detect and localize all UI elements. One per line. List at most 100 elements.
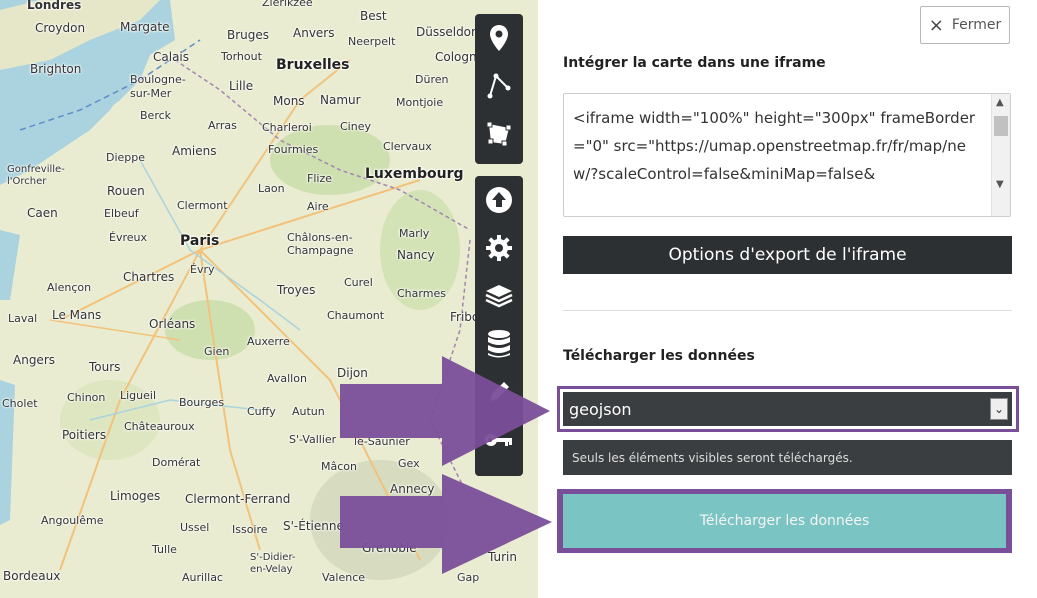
city-label: Bruxelles xyxy=(276,57,350,73)
city-label: Chaumont xyxy=(327,309,385,322)
side-panel: × Fermer Intégrer la carte dans une ifra… xyxy=(538,0,1037,598)
scroll-down-icon[interactable]: ▼ xyxy=(996,179,1004,190)
city-label: Margate xyxy=(120,20,170,34)
city-label: Bruges xyxy=(227,28,270,42)
city-label: Londres xyxy=(27,0,82,12)
city-label: Ligueil xyxy=(120,389,157,402)
city-label: Ussel xyxy=(180,521,210,534)
city-label: Croydon xyxy=(35,21,86,35)
scrollbar-thumb[interactable] xyxy=(994,116,1008,136)
city-label: Laval xyxy=(8,312,38,325)
city-label: Charleroi xyxy=(262,121,312,134)
city-label: Mons xyxy=(273,94,305,108)
city-label: Bordeaux xyxy=(3,569,61,583)
city-label: S'-Étienne xyxy=(283,519,344,533)
city-label: Namur xyxy=(320,93,361,107)
city-label: Bourges xyxy=(179,396,225,409)
arrow-to-download-icon xyxy=(340,474,552,574)
city-label: Caen xyxy=(27,206,58,220)
city-label: Aurillac xyxy=(182,571,223,584)
city-label: Marly xyxy=(399,227,430,240)
close-button[interactable]: × Fermer xyxy=(920,6,1010,44)
city-label: Évry xyxy=(190,263,215,276)
city-label: Torhout xyxy=(221,50,262,63)
city-label: Düren xyxy=(415,73,449,86)
city-label: Calais xyxy=(153,50,190,64)
city-label: Best xyxy=(360,9,387,23)
iframe-code-textarea[interactable]: <iframe width="100%" height="300px" fram… xyxy=(563,93,1011,217)
city-label: Châlons-en-Champagne xyxy=(287,231,354,257)
city-label: Brighton xyxy=(30,62,82,76)
download-hint: Seuls les éléments visibles seront téléc… xyxy=(563,440,1012,475)
city-label: Issoire xyxy=(232,523,268,536)
city-label: Clermont-Ferrand xyxy=(185,492,291,506)
city-label: Neerpelt xyxy=(348,35,396,48)
iframe-heading: Intégrer la carte dans une iframe xyxy=(563,55,826,71)
city-label: S'-Didier-en-Velay xyxy=(250,552,296,575)
city-label: Ciney xyxy=(340,120,371,133)
city-label: Charmes xyxy=(397,287,446,300)
city-label: Troyes xyxy=(277,283,316,297)
city-label: S'-Vallier xyxy=(289,433,337,446)
city-label: Nancy xyxy=(397,248,435,262)
city-label: Domérat xyxy=(152,456,201,469)
city-label: Laon xyxy=(258,182,285,195)
upload-icon[interactable] xyxy=(475,176,523,224)
scroll-up-icon[interactable]: ▲ xyxy=(996,97,1004,108)
city-label: Gonfreville-l'Orcher xyxy=(7,164,65,187)
city-label: Clermont xyxy=(177,199,228,212)
city-label: Le Mans xyxy=(52,308,102,322)
city-label: Poitiers xyxy=(62,428,107,442)
polygon-icon[interactable] xyxy=(475,110,523,158)
city-label: Cholet xyxy=(2,397,38,410)
gear-icon[interactable] xyxy=(475,224,523,272)
city-label: Gien xyxy=(204,345,230,358)
city-label: Alençon xyxy=(47,281,92,294)
city-label: Aire xyxy=(307,200,329,213)
city-label: Boulogne-sur-Mer xyxy=(130,73,186,100)
city-label: Autun xyxy=(292,405,325,418)
download-button[interactable]: Télécharger les données xyxy=(563,494,1006,548)
layers-icon[interactable] xyxy=(475,272,523,320)
iframe-code-text: <iframe width="100%" height="300px" fram… xyxy=(573,109,976,183)
city-label: Tulle xyxy=(152,543,177,556)
city-label: Angoulême xyxy=(41,514,104,527)
city-label: Anvers xyxy=(293,26,335,40)
city-label: Amiens xyxy=(172,144,217,158)
city-label: Flize xyxy=(307,172,332,185)
divider xyxy=(563,310,1012,311)
textarea-scrollbar[interactable]: ▲ ▼ xyxy=(991,94,1010,216)
city-label: Paris xyxy=(180,233,220,249)
iframe-options-button[interactable]: Options d'export de l'iframe xyxy=(563,236,1012,274)
download-heading: Télécharger les données xyxy=(563,348,755,364)
marker-icon[interactable] xyxy=(475,14,523,62)
city-label: Zierikzee xyxy=(262,0,313,9)
polyline-icon[interactable] xyxy=(475,62,523,110)
city-label: Curel xyxy=(344,276,373,289)
city-label: Chartres xyxy=(123,270,175,284)
city-label: Düsseldorf xyxy=(416,25,481,39)
city-label: Berck xyxy=(140,109,172,122)
city-label: Lille xyxy=(229,79,254,93)
city-label: Tours xyxy=(89,360,121,374)
city-label: Auxerre xyxy=(247,335,290,348)
city-label: Dieppe xyxy=(106,151,146,164)
city-label: Châteauroux xyxy=(124,420,195,433)
city-label: Orléans xyxy=(149,317,196,331)
drawing-toolbar xyxy=(475,14,523,164)
city-label: Fourmies xyxy=(268,143,319,156)
city-label: Chinon xyxy=(67,391,106,404)
city-label: Montjoie xyxy=(396,96,444,109)
close-label: Fermer xyxy=(951,17,1002,33)
city-label: Clervaux xyxy=(383,140,432,153)
arrow-to-select-icon xyxy=(340,356,550,466)
city-label: Avallon xyxy=(267,372,307,385)
format-select-value: geojson xyxy=(569,399,632,419)
chevron-down-icon[interactable]: ⌄ xyxy=(990,398,1008,420)
city-label: Arras xyxy=(208,119,237,132)
city-label: Rouen xyxy=(107,184,145,198)
city-label: Elbeuf xyxy=(104,207,139,220)
close-icon: × xyxy=(928,14,944,36)
format-select[interactable]: geojson ⌄ xyxy=(563,392,1012,426)
city-label: Luxembourg xyxy=(365,166,464,182)
